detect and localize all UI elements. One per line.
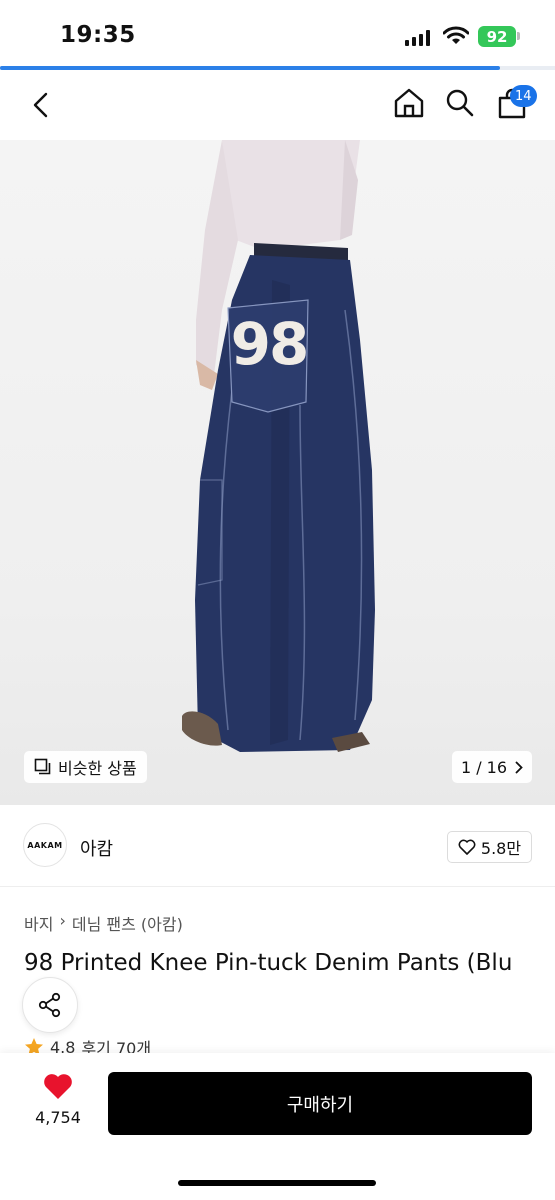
bottom-action-bar: 4,754 구매하기: [0, 1053, 555, 1200]
brand-row: AAKAM 아캄 5.8만: [0, 805, 555, 887]
status-time: 19:35: [60, 22, 136, 48]
product-title: 98 Printed Knee Pin-tuck Denim Pants (Bl…: [24, 950, 513, 976]
brand-logo-text: AAKAM: [27, 840, 63, 850]
similar-products-button[interactable]: 비슷한 상품: [24, 751, 147, 783]
heart-filled-icon: [44, 1074, 72, 1099]
image-page-indicator[interactable]: 1 / 16: [452, 751, 532, 783]
breadcrumb-subcategory[interactable]: 데님 팬츠 (아캄): [72, 911, 183, 935]
home-button[interactable]: [393, 87, 425, 123]
home-indicator: [178, 1180, 376, 1186]
chevron-right-icon: [515, 761, 523, 773]
buy-button[interactable]: 구매하기: [108, 1072, 532, 1135]
brand-like-button[interactable]: 5.8만: [447, 831, 532, 863]
battery-nub: [517, 32, 520, 40]
brand-logo[interactable]: AAKAM: [23, 823, 67, 867]
share-icon: [38, 992, 61, 1018]
search-icon: [446, 89, 474, 117]
product-photo-illustration: [182, 140, 375, 752]
cart-count-badge: 14: [510, 85, 537, 107]
breadcrumb-separator: ›: [59, 911, 66, 930]
back-button[interactable]: [26, 90, 56, 120]
heart-outline-icon: [458, 839, 476, 855]
wishlist-count: 4,754: [35, 1108, 81, 1127]
brand-name[interactable]: 아캄: [80, 835, 113, 861]
top-navigation: [0, 70, 555, 140]
breadcrumb-category[interactable]: 바지: [24, 911, 53, 935]
battery-level: 92: [486, 27, 508, 46]
wishlist-button[interactable]: 4,754: [30, 1073, 86, 1127]
status-bar: 19:35 92: [0, 0, 555, 66]
copy-icon: [34, 758, 51, 775]
signal-icon: [405, 30, 430, 46]
image-page-text: 1 / 16: [460, 757, 508, 777]
brand-like-count: 5.8만: [480, 839, 522, 858]
breadcrumb: 바지 › 데님 팬츠 (아캄): [24, 911, 183, 935]
similar-products-label: 비슷한 상품: [58, 759, 137, 778]
product-image[interactable]: 98: [0, 140, 555, 805]
wifi-icon: [442, 26, 470, 50]
battery-icon: 92: [478, 26, 516, 47]
pocket-print: 98: [230, 310, 310, 378]
home-icon: [394, 88, 424, 118]
chevron-left-icon: [33, 92, 48, 118]
share-button[interactable]: [22, 977, 78, 1033]
search-button[interactable]: [445, 88, 475, 122]
